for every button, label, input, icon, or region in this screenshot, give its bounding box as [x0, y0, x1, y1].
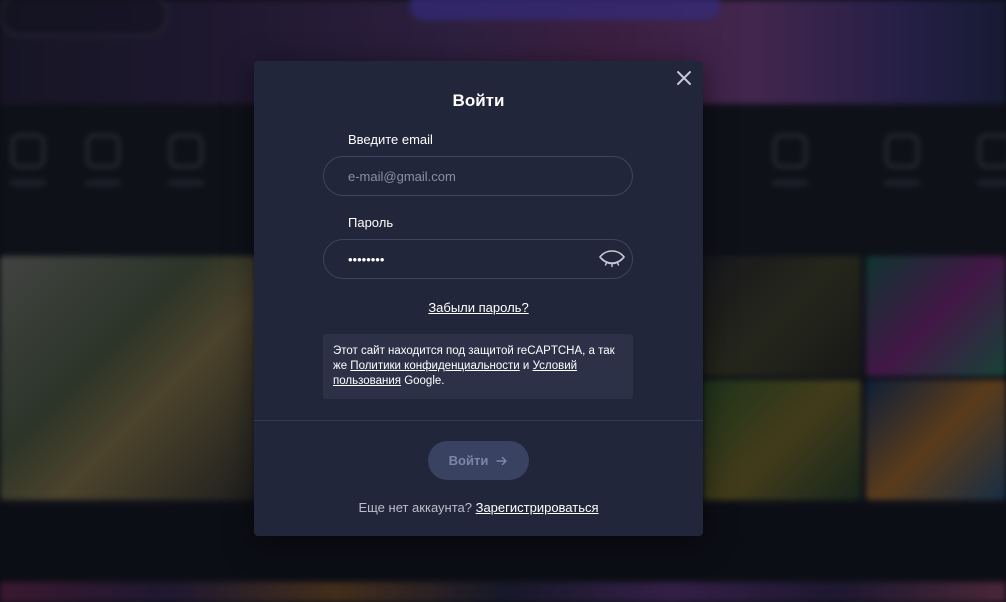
forgot-password-wrapper: Забыли пароль? [254, 299, 703, 317]
modal-title: Войти [452, 91, 505, 110]
close-icon [677, 71, 691, 85]
register-link[interactable]: Зарегистрироваться [476, 500, 599, 515]
eye-closed-icon [598, 250, 626, 268]
register-prompt: Еще нет аккаунта? Зарегистрироваться [254, 500, 703, 515]
recaptcha-notice: Этот сайт находится под защитой reCAPTCH… [323, 334, 633, 399]
toggle-password-visibility-button[interactable] [598, 249, 626, 269]
recaptcha-conjunction: и [519, 360, 533, 372]
email-field-wrapper [323, 156, 633, 196]
login-submit-label: Войти [448, 453, 489, 468]
email-label: Введите email [348, 132, 433, 147]
email-input[interactable] [348, 157, 588, 195]
password-input[interactable] [348, 240, 588, 278]
recaptcha-suffix: Google. [401, 375, 445, 387]
privacy-policy-link[interactable]: Политики конфиденциальности [350, 360, 519, 372]
login-submit-button[interactable]: Войти [428, 441, 529, 480]
arrow-right-icon [496, 456, 508, 465]
password-field-wrapper [323, 239, 633, 279]
modal-divider [254, 420, 703, 421]
password-label: Пароль [348, 215, 394, 230]
register-question: Еще нет аккаунта? [358, 500, 476, 515]
close-button[interactable] [675, 69, 693, 87]
login-modal: Войти Введите email Пароль Забыли пароль… [254, 61, 703, 536]
forgot-password-link[interactable]: Забыли пароль? [428, 300, 528, 315]
